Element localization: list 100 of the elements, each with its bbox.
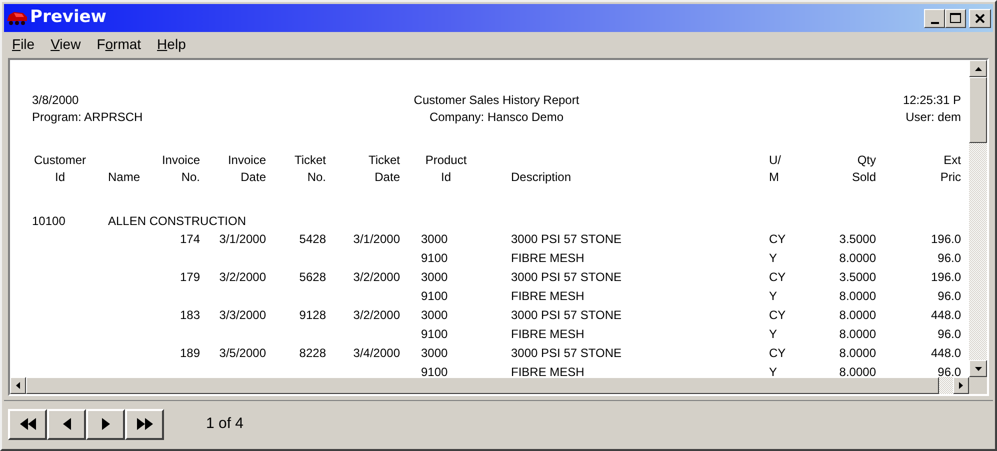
column-header: Product Id [424, 152, 468, 186]
report-header-text: Program: ARPRSCH [32, 109, 144, 126]
table-cell: 96.0 [938, 251, 961, 265]
column-header: Ticket No. [293, 152, 326, 186]
report-header-text: Company: Hansco Demo [428, 109, 565, 126]
table-cell: 3/1/2000 [219, 232, 266, 246]
table-cell: 8.0000 [839, 327, 876, 341]
table-cell: 3.5000 [839, 232, 876, 246]
scroll-thumb[interactable] [969, 77, 987, 143]
vertical-scrollbar[interactable] [969, 60, 987, 377]
column-header: Description [511, 169, 572, 186]
table-cell: 8.0000 [839, 365, 876, 377]
column-header: Ext Pric [939, 152, 961, 186]
column-header: Customer Id [32, 152, 87, 186]
table-cell: CY [769, 270, 786, 284]
table-cell: 5428 [299, 232, 326, 246]
table-cell: 3000 [421, 308, 448, 322]
table-cell: 9100 [421, 251, 448, 265]
table-cell: 179 [180, 270, 200, 284]
minimize-button[interactable] [924, 8, 945, 28]
first-page-button[interactable] [8, 408, 47, 440]
table-cell: 3/3/2000 [219, 308, 266, 322]
scroll-left-button[interactable] [10, 377, 26, 394]
report-header-text: User: dem [904, 109, 961, 126]
table-cell: CY [769, 346, 786, 360]
table-cell: 3/1/2000 [353, 232, 400, 246]
table-cell: FIBRE MESH [511, 365, 584, 377]
report-header-text: 12:25:31 P [902, 92, 961, 109]
table-cell: 9100 [421, 289, 448, 303]
table-cell: 9128 [299, 308, 326, 322]
previous-page-button[interactable] [47, 408, 86, 440]
table-cell: 3/4/2000 [353, 346, 400, 360]
page-indicator: 1 of 4 [206, 414, 244, 434]
table-cell: Y [769, 327, 778, 341]
table-cell: 8.0000 [839, 289, 876, 303]
column-header: Invoice No. [160, 152, 200, 186]
table-cell: 8.0000 [839, 251, 876, 265]
table-cell: 96.0 [938, 289, 961, 303]
table-cell: FIBRE MESH [511, 251, 584, 265]
window-title: Preview [30, 6, 107, 30]
table-cell: 196.0 [930, 270, 961, 284]
minimize-icon [930, 22, 938, 24]
column-header: U/ M [769, 152, 782, 186]
table-cell: 3000 [421, 232, 448, 246]
table-cell: 3/2/2000 [353, 308, 400, 322]
scroll-up-button[interactable] [969, 60, 987, 77]
table-cell: 3000 PSI 57 STONE [511, 270, 622, 284]
table-cell: 448.0 [930, 346, 961, 360]
menu-item[interactable]: Help [151, 34, 192, 54]
table-cell: 3000 [421, 270, 448, 284]
table-cell: FIBRE MESH [511, 289, 584, 303]
table-cell: 10100 [32, 214, 66, 228]
close-button[interactable] [969, 8, 991, 28]
table-cell: CY [769, 232, 786, 246]
menu-item[interactable]: File [6, 34, 41, 54]
table-cell: 3/5/2000 [219, 346, 266, 360]
report-header-text: Customer Sales History Report [414, 92, 580, 109]
right-arrow-icon [959, 382, 963, 389]
first-page-icon [20, 418, 36, 430]
table-cell: 3.5000 [839, 270, 876, 284]
left-arrow-icon [16, 382, 20, 389]
table-cell: Y [769, 365, 778, 377]
scroll-down-button[interactable] [969, 360, 987, 377]
last-page-icon [136, 418, 152, 430]
table-cell: 183 [180, 308, 200, 322]
table-cell: 8228 [299, 346, 326, 360]
table-cell: 3000 PSI 57 STONE [511, 232, 622, 246]
menu-item[interactable]: View [44, 34, 87, 54]
column-header: Qty Sold [850, 152, 876, 186]
table-cell: 174 [180, 232, 200, 246]
table-cell: 8.0000 [839, 308, 876, 322]
table-cell: 448.0 [930, 308, 961, 322]
table-cell: 3000 PSI 57 STONE [511, 308, 622, 322]
table-cell: 9100 [421, 327, 448, 341]
scroll-right-button[interactable] [953, 377, 969, 394]
table-cell: CY [769, 308, 786, 322]
up-arrow-icon [974, 66, 982, 70]
close-icon [975, 14, 985, 22]
table-cell: 9100 [421, 365, 448, 377]
table-cell: Y [769, 251, 778, 265]
report-header-text: 3/8/2000 [32, 92, 80, 109]
table-cell: 96.0 [938, 365, 961, 377]
table-cell: 189 [180, 346, 200, 360]
table-cell: 5628 [299, 270, 326, 284]
next-page-icon [102, 418, 110, 430]
down-arrow-icon [974, 366, 982, 370]
column-header: Name [108, 169, 142, 186]
table-cell: 3/2/2000 [219, 270, 266, 284]
next-page-button[interactable] [86, 408, 125, 440]
menu-item[interactable]: Format [90, 34, 148, 54]
maximize-icon [950, 13, 961, 23]
last-page-button[interactable] [125, 408, 164, 440]
table-cell: FIBRE MESH [511, 327, 584, 341]
table-cell: 3/2/2000 [353, 270, 400, 284]
column-header: Ticket Date [367, 152, 400, 186]
table-cell: 96.0 [938, 327, 961, 341]
previous-page-icon [62, 418, 70, 430]
table-cell: 3000 [421, 346, 448, 360]
maximize-button[interactable] [945, 8, 966, 28]
column-header: Invoice Date [226, 152, 266, 186]
